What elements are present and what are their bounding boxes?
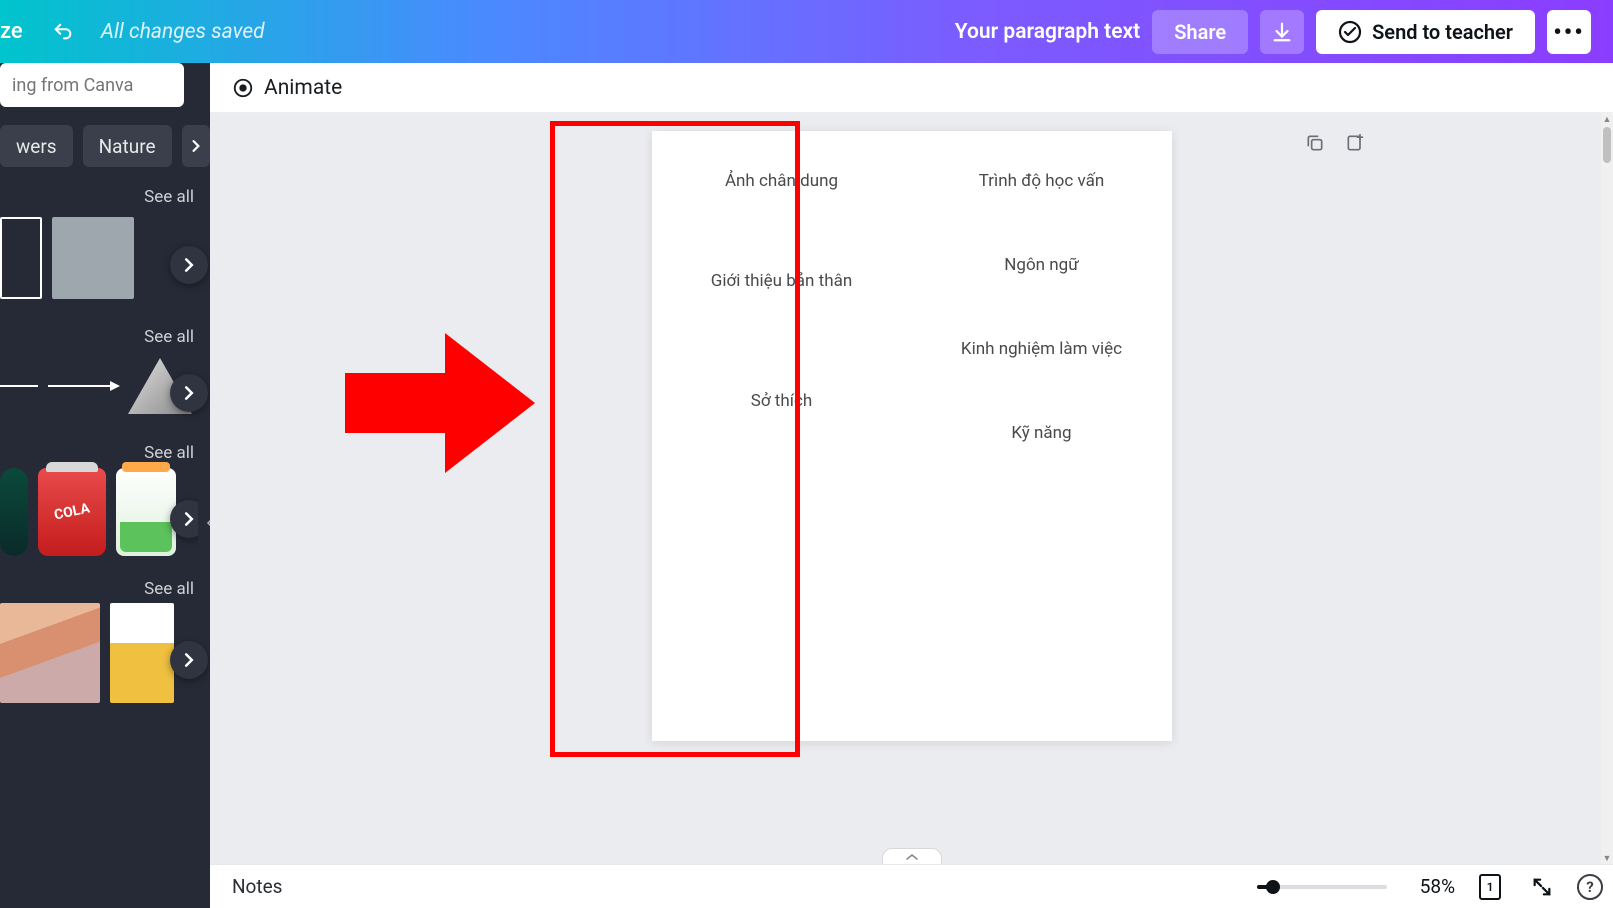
design-page[interactable]: Ảnh chân dung Giới thiệu bản thân Sở thí…	[652, 131, 1172, 741]
chevron-right-icon	[182, 386, 196, 400]
help-button[interactable]: ?	[1577, 874, 1603, 900]
bottom-bar: Notes 58% 1 ?	[210, 864, 1613, 908]
shapes-row	[0, 213, 210, 317]
filter-chips-row: wers Nature	[0, 115, 210, 177]
notes-button[interactable]: Notes	[232, 875, 283, 898]
share-button[interactable]: Share	[1152, 10, 1248, 54]
section-photos-header: See all	[0, 569, 210, 605]
graphics-row: COLA	[0, 469, 210, 569]
elements-panel: wers Nature See all See all	[0, 63, 210, 908]
chevron-right-icon	[182, 258, 196, 272]
sidebar-collapse-handle[interactable]	[198, 493, 210, 553]
page-count-badge: 1	[1479, 874, 1501, 900]
chevron-right-icon	[190, 140, 202, 152]
line-plain[interactable]	[0, 385, 38, 387]
graphic-jar[interactable]	[116, 468, 176, 556]
undo-button[interactable]	[33, 21, 93, 43]
cv-section-portrait[interactable]: Ảnh chân dung	[725, 171, 838, 191]
shape-square-filled[interactable]	[52, 217, 134, 299]
canvas-area: Animate Ảnh chân dung Giới thiệu bản thâ…	[210, 63, 1613, 908]
page-right-column: Trình độ học vấn Ngôn ngữ Kinh nghiệm là…	[912, 131, 1172, 741]
photos-row	[0, 605, 210, 715]
vertical-scrollbar[interactable]: ▲ ▼	[1601, 113, 1613, 864]
photo-thumbnail-1[interactable]	[0, 603, 100, 703]
shape-square-outline[interactable]	[0, 217, 42, 299]
canvas-viewport[interactable]: Ảnh chân dung Giới thiệu bản thân Sở thí…	[210, 113, 1613, 864]
zoom-level[interactable]: 58%	[1405, 875, 1455, 898]
chip-nature[interactable]: Nature	[83, 125, 172, 167]
animate-label: Animate	[264, 76, 342, 100]
section-shapes-header: See all	[0, 177, 210, 213]
cv-section-skills[interactable]: Kỹ năng	[1011, 423, 1071, 443]
download-icon	[1271, 21, 1293, 43]
animate-icon	[232, 77, 254, 99]
save-status: All changes saved	[101, 20, 265, 44]
page-list-button[interactable]: 1	[1473, 870, 1507, 904]
cv-section-intro[interactable]: Giới thiệu bản thân	[711, 271, 852, 291]
zoom-slider-handle[interactable]	[1266, 880, 1280, 894]
chips-scroll-right[interactable]	[182, 125, 210, 167]
more-menu-button[interactable]: •••	[1547, 10, 1591, 54]
resize-button-fragment[interactable]: ze	[0, 19, 33, 44]
section-lines-header: See all	[0, 317, 210, 353]
cv-section-language[interactable]: Ngôn ngữ	[1004, 255, 1078, 275]
scrollbar-down-arrow[interactable]: ▼	[1601, 852, 1613, 864]
section-graphics-header: See all	[0, 433, 210, 469]
undo-icon	[52, 21, 74, 43]
scrollbar-up-arrow[interactable]: ▲	[1601, 113, 1613, 125]
more-icon: •••	[1553, 18, 1585, 46]
search-input[interactable]	[0, 63, 184, 107]
line-arrow[interactable]	[48, 385, 118, 387]
chevron-up-icon	[905, 852, 919, 862]
page-left-column: Ảnh chân dung Giới thiệu bản thân Sở thí…	[652, 131, 912, 741]
arrow-right-icon	[325, 313, 535, 493]
see-all-shapes[interactable]: See all	[144, 187, 194, 207]
cv-section-education[interactable]: Trình độ học vấn	[979, 171, 1104, 191]
cv-section-hobbies[interactable]: Sở thích	[751, 391, 812, 411]
annotation-arrow	[325, 313, 535, 497]
send-to-teacher-label: Send to teacher	[1372, 20, 1513, 44]
design-title[interactable]: Your paragraph text	[955, 20, 1140, 44]
animate-button[interactable]: Animate	[232, 76, 342, 100]
check-circle-icon	[1338, 20, 1362, 44]
page-drag-handle[interactable]	[882, 848, 942, 864]
main-area: wers Nature See all See all	[0, 63, 1613, 908]
search-container	[0, 63, 210, 107]
chip-flowers[interactable]: wers	[0, 125, 73, 167]
see-all-graphics[interactable]: See all	[144, 443, 194, 463]
lines-row	[0, 353, 210, 433]
send-to-teacher-button[interactable]: Send to teacher	[1316, 10, 1535, 54]
soda-can-label: COLA	[53, 500, 91, 523]
graphic-plant[interactable]	[0, 468, 28, 556]
chevron-right-icon	[182, 512, 196, 526]
header-left: ze All changes saved	[0, 19, 265, 44]
see-all-lines[interactable]: See all	[144, 327, 194, 347]
download-button[interactable]	[1260, 10, 1304, 54]
photo-thumbnail-2[interactable]	[110, 603, 174, 703]
see-all-photos[interactable]: See all	[144, 579, 194, 599]
lines-scroll-right[interactable]	[170, 374, 208, 412]
graphic-soda-can[interactable]: COLA	[38, 468, 106, 556]
scrollbar-thumb[interactable]	[1603, 127, 1611, 163]
app-header: ze All changes saved Your paragraph text…	[0, 0, 1613, 63]
shapes-scroll-right[interactable]	[170, 246, 208, 284]
fullscreen-icon	[1531, 876, 1553, 898]
chevron-right-icon	[182, 653, 196, 667]
zoom-slider[interactable]	[1257, 885, 1387, 889]
cv-section-experience[interactable]: Kinh nghiệm làm việc	[961, 339, 1122, 359]
fullscreen-button[interactable]	[1525, 870, 1559, 904]
header-right: Your paragraph text Share Send to teache…	[265, 10, 1601, 54]
context-toolbar: Animate	[210, 63, 1613, 113]
photos-scroll-right[interactable]	[170, 641, 208, 679]
